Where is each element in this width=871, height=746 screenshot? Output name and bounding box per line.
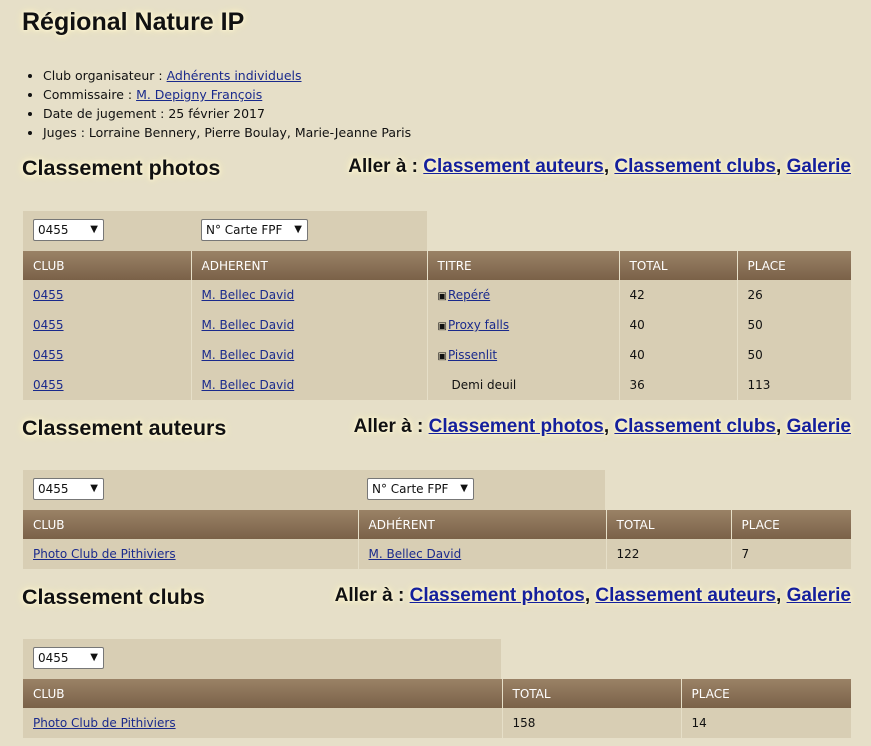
table-row: 0455 M. Bellec David ▣Proxy falls 40 50 [23,310,851,340]
photo-icon: ▣ [437,351,447,362]
club-link[interactable]: 0455 [33,318,64,332]
goto-clubs-link[interactable]: Classement clubs [614,416,776,437]
photos-goto-nav: Aller à : Classement auteurs, Classement… [348,156,851,177]
auteurs-goto-nav: Aller à : Classement photos, Classement … [353,416,851,437]
photo-title-link[interactable]: Proxy falls [448,318,509,332]
photo-icon: ▣ [437,291,447,302]
commissioner-link[interactable]: M. Depigny François [136,87,262,102]
club-link[interactable]: Photo Club de Pithiviers [33,716,176,730]
table-row: Photo Club de Pithiviers 158 14 [23,708,851,738]
adherent-link[interactable]: M. Bellec David [369,547,462,561]
chevron-down-icon: ▼ [460,483,468,494]
auteurs-club-select[interactable]: 0455 ▼ [33,478,104,500]
page-title: Régional Nature IP [22,8,245,36]
place-cell: 26 [747,288,763,302]
commissioner-item: Commissaire : M. Depigny François [43,85,411,104]
adherent-link[interactable]: M. Bellec David [202,288,295,302]
place-cell: 50 [747,318,763,332]
table-row: Photo Club de Pithiviers M. Bellec David… [23,539,851,569]
chevron-down-icon: ▼ [294,224,302,235]
chevron-down-icon: ▼ [90,224,98,235]
clubs-table: CLUB TOTAL PLACE Photo Club de Pithivier… [23,679,851,738]
competition-info: Club organisateur : Adhérents individuel… [22,66,411,142]
clubs-filter-bar: 0455 ▼ [23,639,501,679]
club-link[interactable]: 0455 [33,288,64,302]
auteurs-filter-bar: 0455 ▼ N° Carte FPF ▼ [23,470,605,510]
clubs-club-select[interactable]: 0455 ▼ [33,647,104,669]
goto-clubs-link[interactable]: Classement clubs [614,156,776,177]
column-header[interactable]: ADHERENT [191,251,428,280]
photos-club-select[interactable]: 0455 ▼ [33,219,104,241]
goto-galerie-link[interactable]: Galerie [787,585,851,606]
club-link[interactable]: Photo Club de Pithiviers [33,547,176,561]
club-link[interactable]: 0455 [33,378,64,392]
clubs-goto-nav: Aller à : Classement photos, Classement … [334,585,851,606]
clubs-section-title: Classement clubs [22,585,205,609]
table-header-row: CLUB ADHERENT TITRE TOTAL PLACE [23,251,851,280]
place-cell: 7 [741,547,750,561]
place-cell: 14 [691,716,707,730]
column-header[interactable]: TITRE [427,251,620,280]
photo-title-link[interactable]: Pissenlit [448,348,497,362]
judging-date-item: Date de jugement : 25 février 2017 [43,104,411,123]
total-cell: 42 [619,280,738,310]
photo-title: Demi deuil [427,370,620,400]
adherent-link[interactable]: M. Bellec David [202,378,295,392]
goto-auteurs-link[interactable]: Classement auteurs [423,156,604,177]
column-header[interactable]: TOTAL [502,679,682,708]
column-header[interactable]: CLUB [23,251,192,280]
column-header[interactable]: PLACE [737,251,851,280]
organizer-link[interactable]: Adhérents individuels [167,68,302,83]
column-header[interactable]: TOTAL [606,510,732,539]
total-cell: 40 [619,340,738,370]
total-cell: 40 [619,310,738,340]
table-header-row: CLUB TOTAL PLACE [23,679,851,708]
table-header-row: CLUB ADHÉRENT TOTAL PLACE [23,510,851,539]
judges-item: Juges : Lorraine Bennery, Pierre Boulay,… [43,123,411,142]
place-cell: 113 [747,378,771,392]
goto-galerie-link[interactable]: Galerie [787,416,851,437]
auteurs-section-title: Classement auteurs [22,416,227,440]
column-header[interactable]: CLUB [23,679,503,708]
total-cell: 158 [502,708,682,738]
table-row: 0455 M. Bellec David ▣Pissenlit 40 50 [23,340,851,370]
column-header[interactable]: PLACE [681,679,851,708]
adherent-link[interactable]: M. Bellec David [202,318,295,332]
column-header[interactable]: CLUB [23,510,359,539]
goto-galerie-link[interactable]: Galerie [787,156,851,177]
total-cell: 36 [619,370,738,400]
column-header[interactable]: TOTAL [619,251,738,280]
goto-photos-link[interactable]: Classement photos [429,416,604,437]
photos-section-title: Classement photos [22,156,221,180]
chevron-down-icon: ▼ [90,483,98,494]
photos-filter-bar: 0455 ▼ N° Carte FPF ▼ [23,211,427,251]
photo-title-link[interactable]: Repéré [448,288,490,302]
chevron-down-icon: ▼ [90,652,98,663]
column-header[interactable]: ADHÉRENT [358,510,607,539]
adherent-link[interactable]: M. Bellec David [202,348,295,362]
goto-photos-link[interactable]: Classement photos [410,585,585,606]
column-header[interactable]: PLACE [731,510,851,539]
photos-card-select[interactable]: N° Carte FPF ▼ [201,219,308,241]
total-cell: 122 [606,539,732,569]
auteurs-table: CLUB ADHÉRENT TOTAL PLACE Photo Club de … [23,510,851,569]
table-row: 0455 M. Bellec David Demi deuil 36 113 [23,370,851,400]
table-row: 0455 M. Bellec David ▣Repéré 42 26 [23,280,851,310]
photos-table: CLUB ADHERENT TITRE TOTAL PLACE 0455 M. … [23,251,851,400]
auteurs-card-select[interactable]: N° Carte FPF ▼ [367,478,474,500]
goto-auteurs-link[interactable]: Classement auteurs [595,585,776,606]
photo-icon: ▣ [437,321,447,332]
place-cell: 50 [747,348,763,362]
club-link[interactable]: 0455 [33,348,64,362]
organizer-item: Club organisateur : Adhérents individuel… [43,66,411,85]
